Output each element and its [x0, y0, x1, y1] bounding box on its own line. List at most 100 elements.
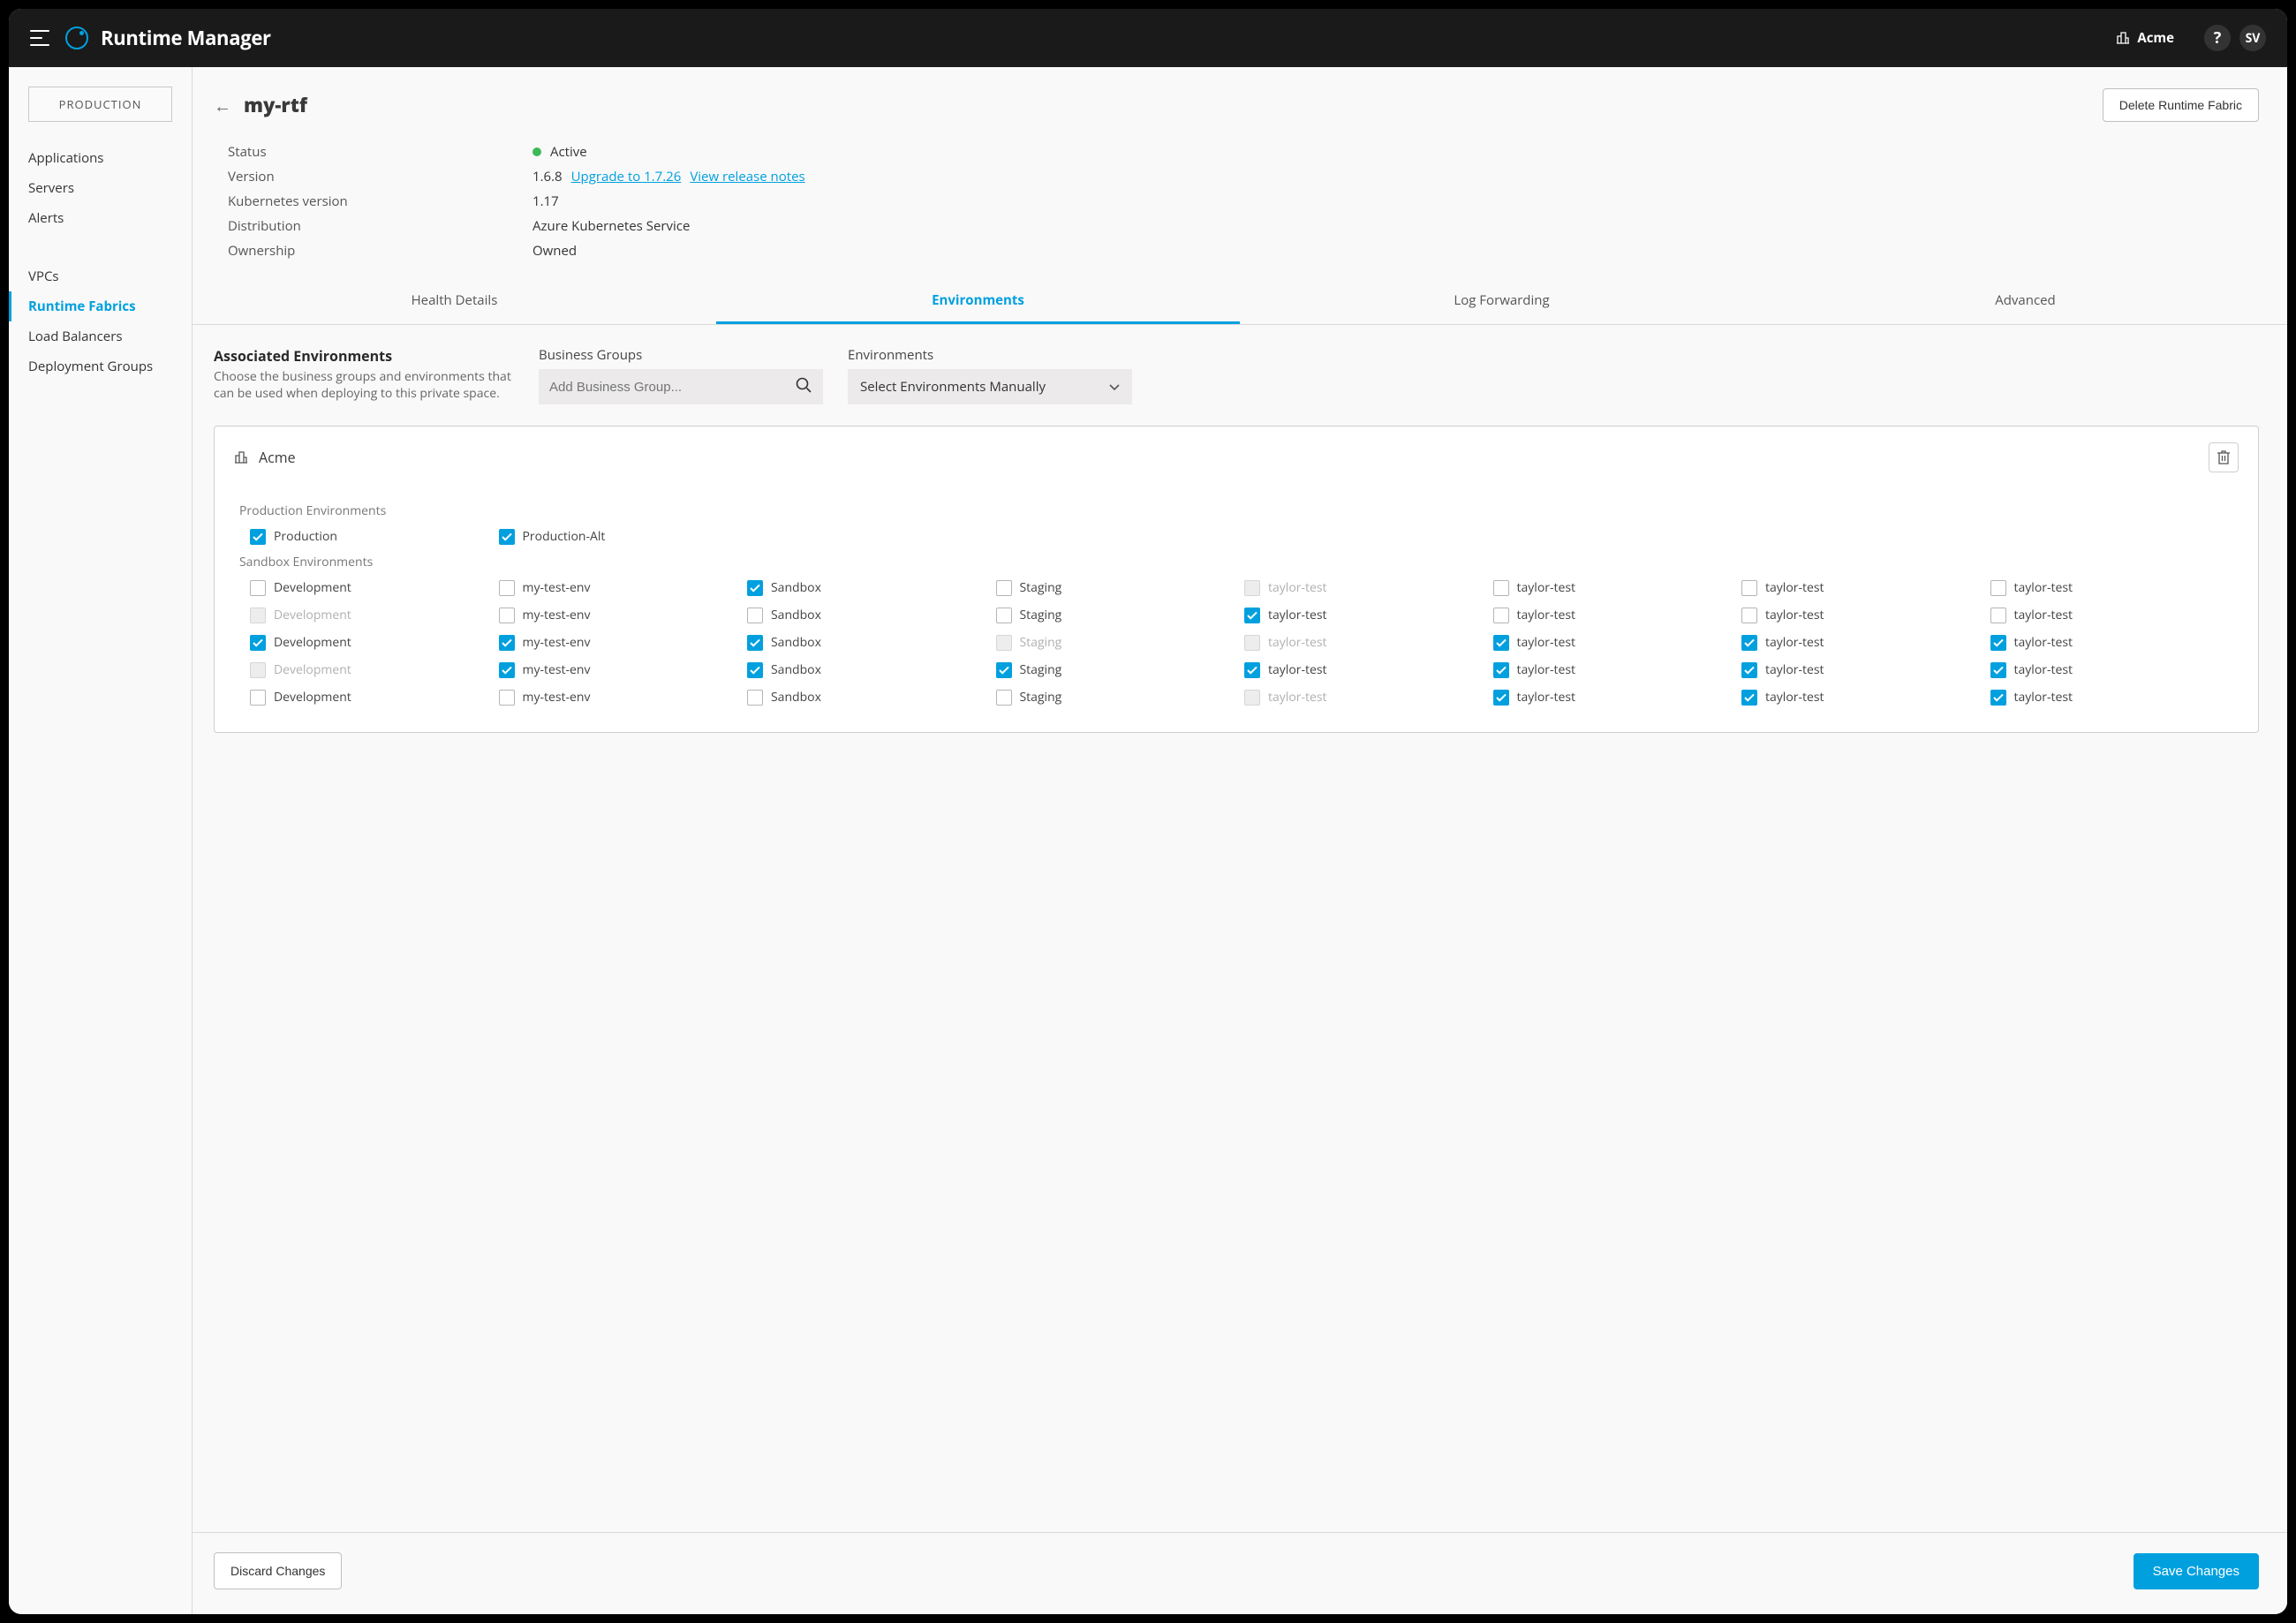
sidebar-item-runtime-fabrics[interactable]: Runtime Fabrics [9, 291, 192, 321]
checkbox[interactable] [499, 662, 515, 678]
env-checkbox-item[interactable]: my-test-env [499, 607, 743, 623]
checkbox[interactable] [1990, 635, 2006, 651]
checkbox[interactable] [1741, 580, 1757, 596]
tab-health-details[interactable]: Health Details [193, 279, 716, 324]
env-checkbox-item[interactable]: taylor-test [1741, 607, 1985, 623]
env-checkbox-item[interactable]: Development [250, 634, 494, 651]
checkbox[interactable] [1990, 580, 2006, 596]
env-checkbox-item[interactable]: taylor-test [1493, 579, 1737, 596]
env-checkbox-item[interactable]: taylor-test [1244, 607, 1488, 623]
env-checkbox-item[interactable]: Sandbox [747, 661, 991, 678]
env-checkbox-item[interactable]: Sandbox [747, 579, 991, 596]
upgrade-version-link[interactable]: Upgrade to 1.7.26 [571, 168, 682, 185]
tab-environments[interactable]: Environments [716, 279, 1240, 324]
env-checkbox-item[interactable]: taylor-test [1493, 661, 1737, 678]
checkbox[interactable] [1493, 608, 1509, 623]
env-checkbox-item[interactable]: taylor-test [1990, 607, 2234, 623]
env-checkbox-item[interactable]: taylor-test [1990, 634, 2234, 651]
env-checkbox-item[interactable]: my-test-env [499, 579, 743, 596]
env-checkbox-item[interactable]: Production [250, 528, 494, 545]
checkbox[interactable] [747, 690, 763, 706]
env-checkbox-item[interactable]: my-test-env [499, 661, 743, 678]
checkbox[interactable] [1990, 662, 2006, 678]
env-checkbox-item[interactable]: Development [250, 689, 494, 706]
env-checkbox-item[interactable]: taylor-test [1741, 579, 1985, 596]
env-checkbox-item[interactable]: taylor-test [1990, 661, 2234, 678]
env-checkbox-item[interactable]: Staging [996, 661, 1240, 678]
checkbox[interactable] [1493, 635, 1509, 651]
checkbox[interactable] [747, 662, 763, 678]
checkbox[interactable] [996, 580, 1012, 596]
sidebar-item-alerts[interactable]: Alerts [9, 203, 192, 233]
env-checkbox-item[interactable]: taylor-test [1244, 661, 1488, 678]
env-checkbox-item[interactable]: Production-Alt [499, 528, 743, 545]
checkbox[interactable] [996, 662, 1012, 678]
tab-log-forwarding[interactable]: Log Forwarding [1240, 279, 1764, 324]
checkbox[interactable] [996, 608, 1012, 623]
checkbox-label: Staging [1020, 607, 1062, 623]
checkbox[interactable] [1741, 690, 1757, 706]
sidebar-item-servers[interactable]: Servers [9, 173, 192, 203]
delete-business-group-button[interactable] [2209, 442, 2239, 472]
env-checkbox-item[interactable]: taylor-test [1990, 689, 2234, 706]
checkbox[interactable] [1493, 690, 1509, 706]
checkbox[interactable] [499, 690, 515, 706]
sidebar-item-vpcs[interactable]: VPCs [9, 261, 192, 291]
environment-selector[interactable]: PRODUCTION [28, 87, 172, 122]
release-notes-link[interactable]: View release notes [690, 168, 804, 185]
checkbox[interactable] [1741, 635, 1757, 651]
checkbox[interactable] [250, 635, 266, 651]
checkbox[interactable] [1493, 662, 1509, 678]
env-checkbox-item[interactable]: taylor-test [1741, 634, 1985, 651]
org-switcher[interactable]: Acme [2116, 29, 2174, 47]
env-checkbox-item[interactable]: Staging [996, 607, 1240, 623]
save-changes-button[interactable]: Save Changes [2134, 1553, 2259, 1589]
sidebar-item-applications[interactable]: Applications [9, 143, 192, 173]
checkbox[interactable] [250, 529, 266, 545]
checkbox[interactable] [747, 580, 763, 596]
checkbox[interactable] [1741, 662, 1757, 678]
env-checkbox-item[interactable]: Staging [996, 579, 1240, 596]
checkbox[interactable] [499, 635, 515, 651]
checkbox[interactable] [1244, 608, 1260, 623]
env-checkbox-item[interactable]: Sandbox [747, 689, 991, 706]
env-checkbox-item[interactable]: taylor-test [1990, 579, 2234, 596]
checkbox-label: taylor-test [1765, 607, 1824, 623]
checkbox[interactable] [499, 580, 515, 596]
env-checkbox-item[interactable]: taylor-test [1493, 689, 1737, 706]
env-checkbox-item[interactable]: taylor-test [1741, 661, 1985, 678]
env-checkbox-item[interactable]: taylor-test [1493, 634, 1737, 651]
checkbox[interactable] [1741, 608, 1757, 623]
help-button[interactable]: ? [2204, 25, 2231, 51]
env-checkbox-item[interactable]: my-test-env [499, 689, 743, 706]
sidebar-item-load-balancers[interactable]: Load Balancers [9, 321, 192, 351]
checkbox[interactable] [996, 690, 1012, 706]
back-arrow-icon[interactable]: ← [214, 94, 231, 117]
checkbox[interactable] [1990, 608, 2006, 623]
user-avatar[interactable]: SV [2239, 25, 2266, 51]
business-group-input[interactable] [539, 369, 823, 404]
env-checkbox-item[interactable]: my-test-env [499, 634, 743, 651]
sidebar-item-deployment-groups[interactable]: Deployment Groups [9, 351, 192, 381]
business-group-text-input[interactable] [549, 380, 786, 395]
checkbox[interactable] [1990, 690, 2006, 706]
checkbox[interactable] [1244, 662, 1260, 678]
env-checkbox-item[interactable]: Development [250, 579, 494, 596]
checkbox[interactable] [1493, 580, 1509, 596]
tab-advanced[interactable]: Advanced [1764, 279, 2287, 324]
env-checkbox-item[interactable]: Sandbox [747, 634, 991, 651]
discard-changes-button[interactable]: Discard Changes [214, 1552, 342, 1589]
checkbox[interactable] [747, 608, 763, 623]
checkbox[interactable] [250, 690, 266, 706]
env-checkbox-item[interactable]: taylor-test [1741, 689, 1985, 706]
checkbox[interactable] [747, 635, 763, 651]
checkbox[interactable] [499, 608, 515, 623]
menu-icon[interactable] [30, 30, 49, 46]
checkbox[interactable] [499, 529, 515, 545]
checkbox[interactable] [250, 580, 266, 596]
env-checkbox-item[interactable]: Staging [996, 689, 1240, 706]
delete-runtime-fabric-button[interactable]: Delete Runtime Fabric [2103, 88, 2259, 122]
env-checkbox-item[interactable]: taylor-test [1493, 607, 1737, 623]
environments-select[interactable]: Select Environments Manually [848, 369, 1132, 404]
env-checkbox-item[interactable]: Sandbox [747, 607, 991, 623]
